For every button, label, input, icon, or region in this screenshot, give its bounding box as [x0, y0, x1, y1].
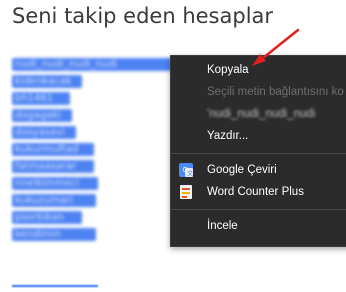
menu-item-print[interactable]: Yazdır... — [171, 125, 346, 147]
list-item[interactable]: dogagaki — [12, 109, 72, 122]
menu-item-print-label: Yazdır... — [207, 130, 249, 142]
list-item[interactable]: kukuzumari — [12, 194, 96, 207]
list-item[interactable]: psorbikan — [12, 211, 82, 224]
list-item[interactable]: kendimin — [12, 228, 96, 241]
word-counter-icon — [180, 185, 192, 199]
menu-item-copy[interactable]: Kopyala — [171, 59, 346, 81]
list-item[interactable]: nnelkimmeci — [12, 177, 98, 190]
page-title: Seni takip eden hesaplar — [12, 4, 274, 28]
google-translate-icon: G 文 — [179, 163, 193, 177]
list-item[interactable]: bh1461 — [12, 92, 70, 105]
menu-item-google-translate-label: Google Çeviri — [207, 164, 277, 176]
list-item[interactable]: kidenkacak — [12, 75, 82, 88]
context-menu: Kopyala Seçili metin bağlantısını ko 'nu… — [170, 55, 346, 247]
menu-item-search-label: 'nudi_nudi_nudi_nudi — [207, 108, 316, 120]
list-item[interactable]: nudi_nudi_nudi_nudi — [12, 58, 172, 71]
menu-item-copy-link-label: Seçili metin bağlantısını ko — [207, 86, 344, 98]
followers-list: nudi_nudi_nudi_nudi kidenkacak bh1461 do… — [12, 52, 182, 241]
menu-item-copy-label: Kopyala — [207, 64, 249, 76]
list-underline — [12, 285, 98, 287]
menu-separator — [171, 153, 346, 154]
menu-item-copy-link-to-selection: Seçili metin bağlantısını ko — [171, 81, 346, 103]
list-item[interactable]: kukurmuftad — [12, 143, 94, 156]
menu-item-search-selection[interactable]: 'nudi_nudi_nudi_nudi — [171, 103, 346, 125]
menu-separator — [171, 209, 346, 210]
menu-item-word-counter[interactable]: Word Counter Plus — [171, 181, 346, 203]
list-item[interactable]: dosyasavi — [12, 126, 76, 139]
menu-item-inspect-label: İncele — [207, 220, 238, 232]
svg-text:文: 文 — [187, 170, 193, 178]
page: Seni takip eden hesaplar nudi_nudi_nudi_… — [0, 0, 346, 292]
list-item[interactable]: fatmaasarar — [12, 160, 94, 173]
menu-item-word-counter-label: Word Counter Plus — [207, 186, 304, 198]
menu-item-inspect[interactable]: İncele — [171, 215, 346, 237]
menu-item-google-translate[interactable]: G 文 Google Çeviri — [171, 159, 346, 181]
